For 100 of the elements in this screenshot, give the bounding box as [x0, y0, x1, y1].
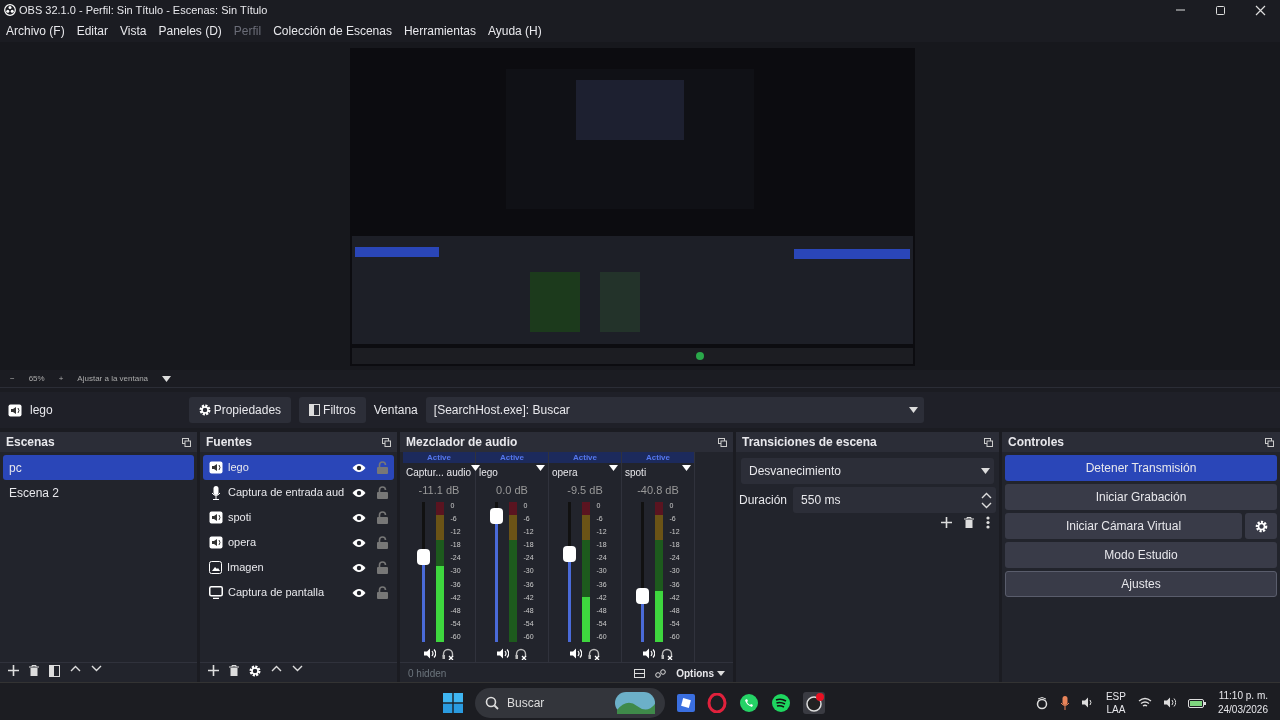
layout-icon[interactable]: [634, 669, 646, 678]
wifi-icon[interactable]: [1137, 697, 1152, 708]
unlock-icon[interactable]: [377, 486, 388, 499]
volume-icon[interactable]: [424, 647, 436, 659]
plus-icon[interactable]: [8, 665, 19, 676]
speaker-icon[interactable]: [1163, 697, 1176, 708]
search-field[interactable]: Buscar: [475, 687, 665, 718]
menu-item[interactable]: Archivo (F): [6, 22, 65, 40]
eye-icon[interactable]: [352, 537, 366, 548]
zoom-in-button[interactable]: +: [58, 372, 64, 385]
plus-icon[interactable]: [941, 517, 952, 528]
eye-icon[interactable]: [352, 512, 366, 523]
headphones-icon[interactable]: [588, 647, 600, 660]
eye-icon[interactable]: [352, 462, 366, 473]
language-indicator[interactable]: ESP LAA: [1105, 689, 1126, 716]
settings-icon[interactable]: [198, 404, 211, 416]
trash-icon[interactable]: [29, 665, 39, 676]
scene-item[interactable]: Escena 2: [3, 480, 194, 505]
control-button[interactable]: Ajustes: [1005, 571, 1277, 597]
source-item[interactable]: opera: [203, 530, 394, 555]
undock-icon[interactable]: [718, 437, 727, 447]
volume-icon[interactable]: [497, 647, 509, 659]
unlock-icon[interactable]: [377, 586, 388, 599]
volume-icon[interactable]: [1081, 697, 1094, 708]
chat-bubble-icon[interactable]: [739, 692, 759, 713]
headphones-icon[interactable]: [661, 647, 673, 660]
scene-item[interactable]: pc: [3, 455, 194, 480]
menu-item[interactable]: Herramientas: [403, 22, 476, 40]
slider-thumb[interactable]: [563, 546, 577, 563]
unlock-icon[interactable]: [377, 511, 388, 524]
caret-icon[interactable]: [536, 465, 545, 471]
trash-icon[interactable]: [229, 665, 239, 676]
maximize-icon[interactable]: [1214, 4, 1226, 16]
channel-name[interactable]: Captur... audio: [406, 465, 472, 480]
zoom-out-button[interactable]: −: [10, 372, 15, 385]
filters-button[interactable]: Filtros: [299, 397, 366, 423]
recording-app-icon[interactable]: [803, 691, 825, 714]
chevron-down-icon[interactable]: [981, 501, 992, 509]
control-button[interactable]: Detener Transmisión: [1005, 455, 1277, 481]
sound-waves-icon[interactable]: [771, 692, 791, 713]
slider-thumb[interactable]: [490, 507, 504, 524]
microphone-icon[interactable]: [1059, 695, 1070, 710]
undock-icon[interactable]: [1265, 437, 1274, 447]
caret-icon[interactable]: [162, 375, 172, 382]
menu-item[interactable]: Vista: [120, 22, 147, 40]
caret-icon[interactable]: [682, 465, 691, 471]
chevron-up-icon[interactable]: [981, 491, 992, 499]
chevron-down-icon[interactable]: [91, 665, 102, 672]
fit-to-window-option[interactable]: Ajustar a la ventana: [77, 372, 149, 385]
chevron-up-icon[interactable]: [70, 665, 81, 672]
cube-icon[interactable]: [677, 693, 695, 712]
channel-name[interactable]: spoti: [625, 465, 647, 480]
eye-icon[interactable]: [352, 562, 366, 573]
battery-icon[interactable]: [1187, 697, 1206, 708]
source-item[interactable]: lego: [203, 455, 394, 480]
menu-item[interactable]: Ayuda (H): [487, 22, 542, 40]
clock[interactable]: 11:10 p. m. 24/03/2026: [1217, 688, 1268, 717]
more-options-icon[interactable]: [986, 516, 990, 529]
slider-thumb[interactable]: [417, 548, 431, 565]
slider-thumb[interactable]: [636, 588, 650, 605]
chevron-down-icon[interactable]: [292, 665, 303, 672]
ring-icon[interactable]: [707, 692, 727, 713]
transition-dropdown[interactable]: Desvanecimiento: [741, 458, 994, 484]
trash-icon[interactable]: [964, 517, 974, 528]
settings-icon[interactable]: [249, 665, 261, 677]
volume-icon[interactable]: [570, 647, 582, 659]
menu-item[interactable]: Editar: [76, 22, 109, 40]
menu-item[interactable]: Colección de Escenas: [273, 22, 392, 40]
filter-icon[interactable]: [49, 665, 60, 677]
caret-icon[interactable]: [471, 465, 481, 471]
control-button[interactable]: Modo Estudio: [1005, 542, 1277, 568]
window-dropdown[interactable]: [SearchHost.exe]: Buscar: [425, 397, 924, 423]
channel-name[interactable]: opera: [552, 465, 578, 480]
channel-name[interactable]: lego: [479, 465, 498, 480]
source-item[interactable]: Imagen: [203, 555, 394, 580]
location-icon[interactable]: [1035, 695, 1048, 710]
plus-icon[interactable]: [208, 665, 219, 676]
properties-button[interactable]: Propiedades: [188, 397, 292, 423]
filter-icon[interactable]: [309, 404, 321, 416]
options-button[interactable]: Options: [676, 666, 725, 681]
caret-icon[interactable]: [609, 465, 618, 471]
control-button[interactable]: Iniciar Grabación: [1005, 484, 1277, 510]
undock-icon[interactable]: [984, 437, 993, 447]
control-button[interactable]: Iniciar Cámara Virtual: [1005, 513, 1242, 539]
headphones-icon[interactable]: [442, 647, 454, 660]
duration-field[interactable]: 550 ms: [793, 487, 996, 513]
windows-start-icon[interactable]: [443, 692, 463, 713]
undock-icon[interactable]: [182, 437, 191, 447]
settings-button[interactable]: [1245, 513, 1277, 539]
source-item[interactable]: Captura de pantalla: [203, 580, 394, 605]
chevron-up-icon[interactable]: [271, 665, 282, 672]
menu-item[interactable]: Paneles (D): [158, 22, 222, 40]
eye-icon[interactable]: [352, 487, 366, 498]
source-item[interactable]: Captura de entrada aud: [203, 480, 394, 505]
unlock-icon[interactable]: [377, 536, 388, 549]
source-item[interactable]: spoti: [203, 505, 394, 530]
link-icon[interactable]: [655, 669, 667, 678]
headphones-icon[interactable]: [515, 647, 527, 660]
volume-icon[interactable]: [643, 647, 655, 659]
close-icon[interactable]: [1254, 4, 1266, 16]
